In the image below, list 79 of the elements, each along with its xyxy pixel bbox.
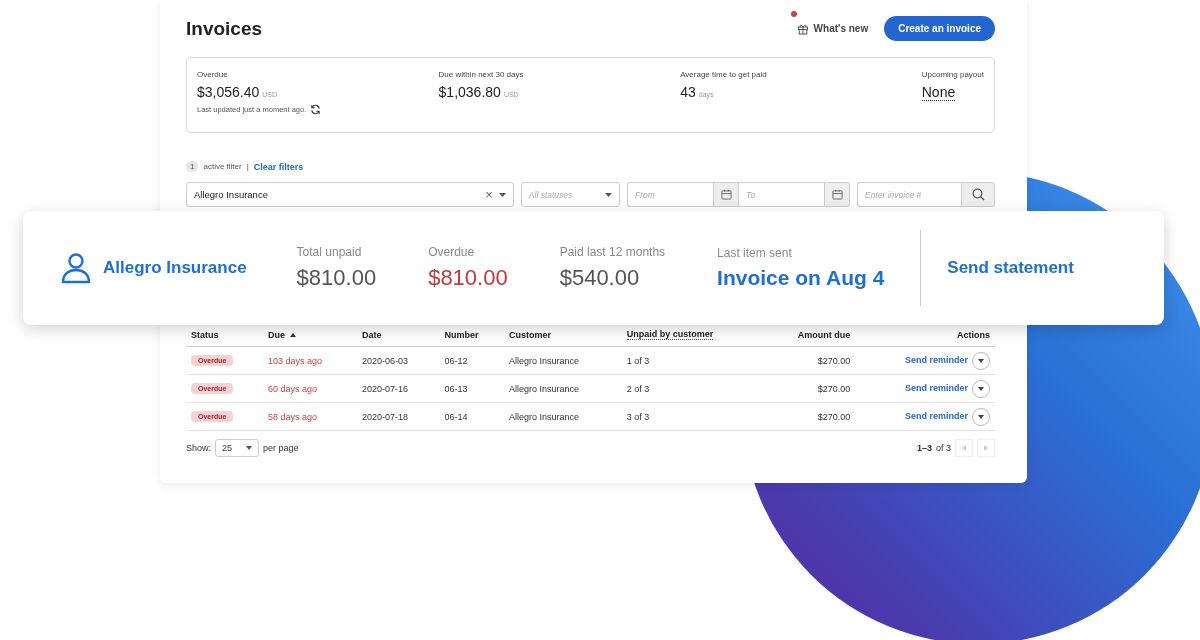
caret-icon (978, 358, 984, 363)
stat-value: $540.00 (559, 265, 641, 291)
column-header[interactable]: Date (362, 329, 382, 340)
caret-icon (246, 446, 253, 450)
refresh-icon[interactable] (310, 104, 322, 115)
to-date-field[interactable]: To (738, 182, 824, 207)
amount-cell: $270.00 (817, 383, 851, 394)
create-invoice-button[interactable]: Create an invoice (884, 16, 995, 41)
column-header[interactable]: Customer (509, 329, 552, 340)
stat-label: Last item sent (717, 246, 793, 260)
send-reminder-link[interactable]: Send reminder (904, 410, 968, 421)
filter-count-badge: 1 (186, 161, 199, 172)
column-header[interactable]: Amount due (797, 329, 851, 340)
clear-filters-link[interactable]: Clear filters (253, 161, 304, 172)
send-reminder-link[interactable]: Send reminder (904, 382, 968, 393)
right-arrow-icon (984, 445, 988, 451)
page-size-select[interactable]: 25 (215, 439, 260, 457)
send-reminder-link[interactable]: Send reminder (904, 354, 968, 365)
date-cell: 2020-07-16 (362, 383, 409, 394)
send-statement-link[interactable]: Send statement (947, 258, 1074, 278)
caret-icon (498, 192, 506, 197)
summary-value: $3,056.40 (197, 84, 260, 100)
calendar-icon[interactable] (713, 182, 738, 207)
caret-icon (605, 192, 612, 197)
number-cell: 06-12 (444, 355, 468, 366)
stat-value: $810.00 (296, 265, 377, 291)
gift-icon (796, 22, 809, 35)
date-cell: 2020-07-18 (362, 411, 409, 422)
column-header[interactable]: Unpaid by customer (626, 329, 714, 340)
left-arrow-icon (962, 445, 966, 451)
stat-value[interactable]: Invoice on Aug 4 (717, 266, 885, 290)
unpaid-cell: 3 of 3 (626, 411, 650, 422)
summary-value: $1,036.80 (438, 84, 501, 100)
from-date-field[interactable]: From (627, 182, 713, 207)
due-cell: 58 days ago (268, 411, 318, 422)
amount-cell: $270.00 (817, 355, 851, 366)
amount-cell: $270.00 (817, 411, 851, 422)
summary-label: Average time to get paid (680, 70, 768, 79)
page-title: Invoices (186, 17, 263, 40)
stat-label: Overdue (428, 245, 476, 259)
column-header[interactable]: Status (191, 329, 219, 340)
column-header[interactable]: Number (444, 329, 479, 340)
unpaid-cell: 1 of 3 (626, 355, 650, 366)
active-filter-label: active filter (203, 162, 242, 171)
due-cell: 60 days ago (268, 383, 318, 394)
summary-value: 43 (680, 84, 696, 100)
caret-icon (978, 386, 984, 391)
sort-ascending-icon (290, 333, 296, 338)
summary-label: Overdue (197, 70, 229, 79)
date-cell: 2020-06-03 (362, 355, 409, 366)
calendar-icon[interactable] (824, 182, 850, 207)
due-cell: 103 days ago (268, 355, 323, 366)
customer-name[interactable]: Allegro Insurance (103, 258, 247, 278)
customer-cell: Allegro Insurance (509, 383, 580, 394)
separator: | (246, 162, 249, 171)
summary-label: Upcoming payout (921, 70, 984, 79)
unpaid-cell: 2 of 3 (626, 383, 650, 394)
invoice-number-field[interactable]: Enter invoice # (857, 182, 961, 207)
page-range: 1–3 (916, 443, 932, 453)
number-cell: 06-13 (444, 383, 468, 394)
stat-value: $810.00 (428, 265, 508, 291)
payout-link[interactable]: None (921, 84, 956, 101)
column-header[interactable]: Actions (957, 329, 990, 340)
caret-icon (978, 414, 984, 419)
person-icon (61, 252, 91, 284)
clear-icon[interactable]: × (485, 187, 493, 202)
column-header[interactable]: Due (268, 329, 296, 340)
search-icon[interactable] (961, 182, 995, 207)
per-page-label: per page (263, 443, 299, 453)
stat-label: Paid last 12 months (559, 245, 666, 259)
customer-cell: Allegro Insurance (509, 355, 580, 366)
number-cell: 06-14 (444, 411, 468, 422)
whats-new-button[interactable]: What's new (796, 22, 869, 35)
stat-label: Total unpaid (296, 245, 363, 259)
page-total: of 3 (936, 443, 951, 453)
customer-select[interactable]: Allegro Insurance × (186, 182, 514, 207)
customer-cell: Allegro Insurance (509, 411, 580, 422)
show-label: Show: (186, 443, 211, 453)
summary-label: Due within next 30 days (438, 70, 525, 79)
